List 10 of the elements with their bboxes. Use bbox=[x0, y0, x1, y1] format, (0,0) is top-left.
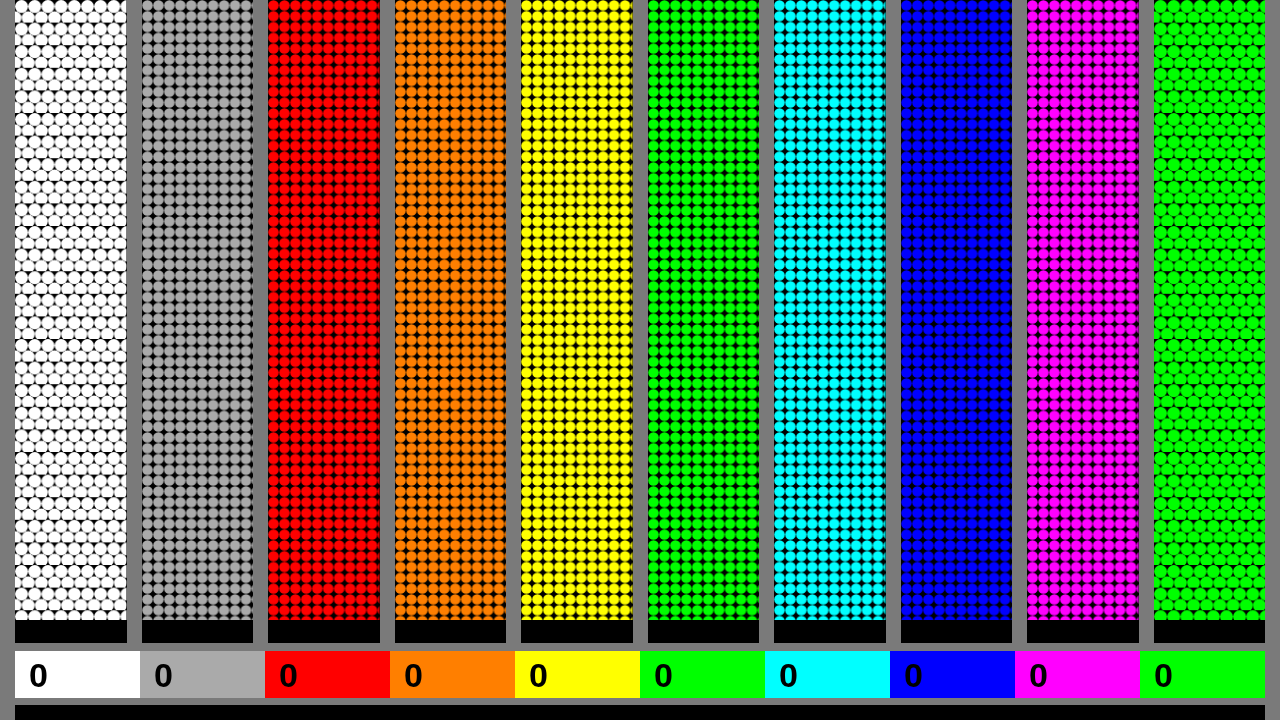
score-value: 0 bbox=[29, 657, 48, 692]
score-value: 0 bbox=[279, 657, 298, 692]
score-value: 0 bbox=[154, 657, 173, 692]
score-value: 0 bbox=[779, 657, 798, 692]
score-value: 0 bbox=[654, 657, 673, 692]
score-value: 0 bbox=[404, 657, 423, 692]
score-value: 0 bbox=[1029, 657, 1048, 692]
score-value: 0 bbox=[904, 657, 923, 692]
score-value: 0 bbox=[1154, 657, 1173, 692]
score-value: 0 bbox=[529, 657, 548, 692]
